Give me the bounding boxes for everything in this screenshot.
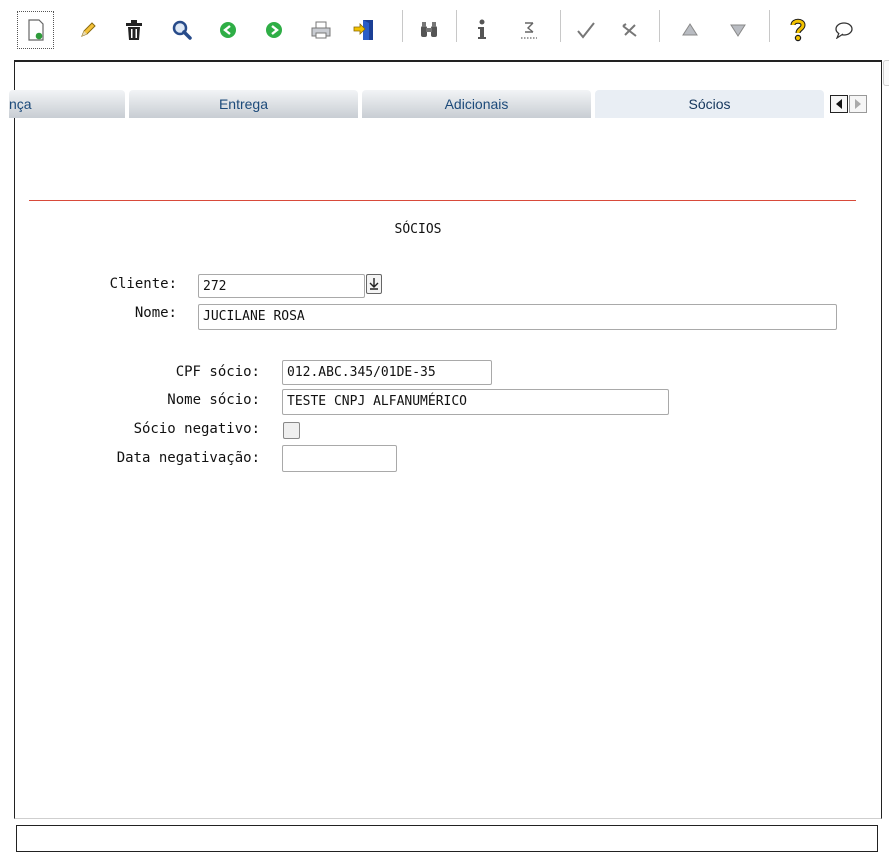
data-negativacao-label: Data negativação: [116, 450, 260, 466]
sum-icon [521, 22, 537, 39]
comment-button[interactable] [828, 14, 860, 46]
triangle-right-icon [855, 99, 861, 109]
tab-bar: nça Entrega Adicionais Sócios [9, 90, 881, 118]
print-button[interactable] [305, 14, 337, 46]
cpf-socio-field[interactable]: 012.ABC.345/01DE-35 [282, 360, 492, 385]
arrow-down-icon [369, 278, 379, 290]
next-button[interactable] [258, 14, 290, 46]
nome-field[interactable]: JUCILANE ROSA [198, 304, 837, 330]
sum-button[interactable] [513, 14, 545, 46]
info-button[interactable] [466, 14, 498, 46]
tab-entrega[interactable]: Entrega [129, 90, 358, 118]
binoculars-button[interactable] [413, 14, 445, 46]
search-icon [172, 20, 192, 40]
triangle-left-icon [836, 99, 842, 109]
binoculars-icon [421, 22, 437, 37]
next-icon [266, 22, 282, 38]
cancel-button[interactable] [614, 14, 646, 46]
previous-button[interactable] [212, 14, 244, 46]
down-icon [730, 24, 746, 37]
tab-label: Sócios [688, 96, 731, 112]
nome-label: Nome: [134, 305, 177, 321]
up-icon [682, 23, 698, 36]
cliente-field[interactable]: 272 [198, 274, 365, 298]
new-record-button[interactable] [17, 11, 54, 49]
previous-icon [220, 22, 236, 38]
new-record-icon [27, 19, 44, 41]
main-panel: nça Entrega Adicionais Sócios SÓCIOS Cli… [9, 60, 882, 819]
print-icon [311, 21, 331, 39]
toolbar [0, 0, 889, 56]
exit-button[interactable] [349, 14, 381, 46]
socio-negativo-label: Sócio negativo: [133, 421, 260, 437]
tab-label: nça [9, 96, 32, 112]
cpf-socio-label: CPF sócio: [175, 364, 260, 380]
cancel-icon [622, 23, 637, 37]
status-bar [16, 825, 878, 852]
section-divider [29, 200, 856, 201]
tab-scroll-right-button[interactable] [849, 95, 867, 113]
scrollbar-handle[interactable] [883, 60, 889, 86]
section-title: SÓCIOS [394, 222, 442, 237]
tab-scroll-left-button[interactable] [830, 95, 848, 113]
delete-icon [126, 20, 142, 40]
search-button[interactable] [166, 14, 198, 46]
socio-negativo-checkbox[interactable] [283, 422, 300, 439]
info-icon [478, 19, 486, 39]
tab-cobranca[interactable]: nça [9, 90, 125, 118]
exit-icon [353, 20, 373, 40]
cliente-lookup-button[interactable] [366, 274, 382, 294]
edit-icon [81, 22, 96, 37]
nome-socio-label: Nome sócio: [167, 392, 260, 408]
data-negativacao-field[interactable] [282, 445, 397, 472]
move-up-button[interactable] [674, 14, 706, 46]
help-button[interactable] [782, 14, 814, 46]
tab-adicionais[interactable]: Adicionais [362, 90, 591, 118]
tab-label: Entrega [218, 96, 269, 112]
confirm-icon [577, 22, 595, 39]
tab-socios[interactable]: Sócios [595, 90, 824, 118]
delete-button[interactable] [118, 14, 150, 46]
comment-icon [835, 22, 853, 39]
move-down-button[interactable] [722, 14, 754, 46]
help-icon [790, 18, 806, 42]
nome-socio-field[interactable]: TESTE CNPJ ALFANUMÉRICO [282, 389, 669, 415]
edit-button[interactable] [72, 14, 104, 46]
confirm-button[interactable] [570, 14, 602, 46]
tab-label: Adicionais [444, 96, 509, 112]
cliente-label: Cliente: [109, 276, 177, 292]
